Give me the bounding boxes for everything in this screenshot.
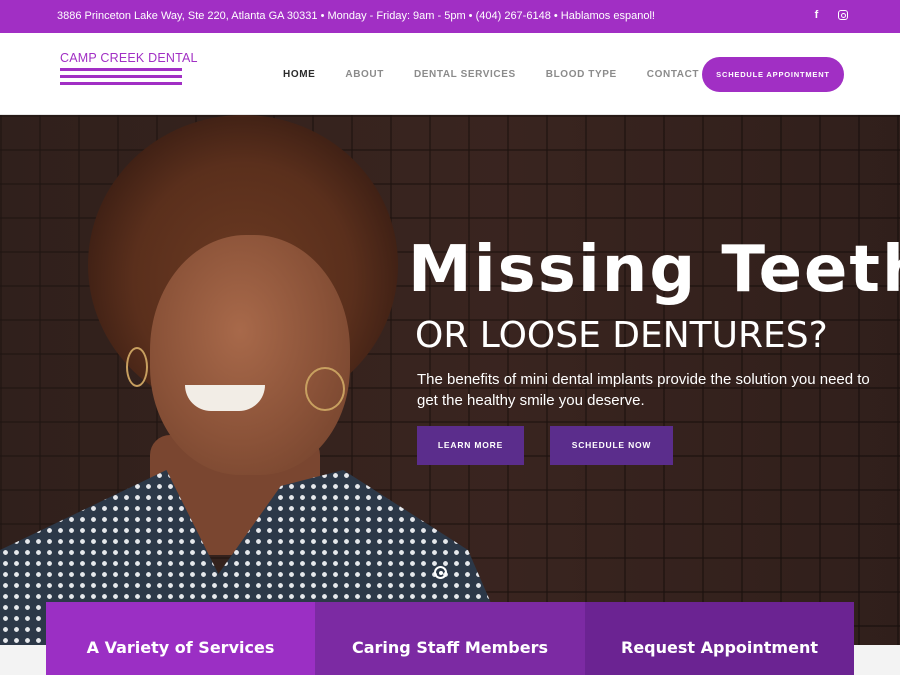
hero-slider: Missing Teeth OR LOOSE DENTURES? The ben… <box>0 115 900 645</box>
facebook-icon[interactable]: f <box>811 9 822 22</box>
page: 3886 Princeton Lake Way, Ste 220, Atlant… <box>0 0 900 675</box>
site-header: CAMP CREEK DENTAL HOME ABOUT DENTAL SERV… <box>0 33 900 115</box>
logo[interactable]: CAMP CREEK DENTAL <box>60 51 198 85</box>
nav-about[interactable]: ABOUT <box>345 69 384 80</box>
contact-info-text: 3886 Princeton Lake Way, Ste 220, Atlant… <box>57 10 655 22</box>
nav-contact[interactable]: CONTACT <box>647 69 699 80</box>
feature-box-services[interactable]: A Variety of Services <box>46 602 315 675</box>
feature-box-appointment[interactable]: Request Appointment <box>585 602 854 675</box>
hero-body-text: The benefits of mini dental implants pro… <box>417 371 870 409</box>
feature-boxes: A Variety of Services Caring Staff Membe… <box>46 602 854 675</box>
feature-label: Request Appointment <box>621 638 818 657</box>
hero-headline: Missing Teeth <box>408 233 900 307</box>
hero-subheadline: OR LOOSE DENTURES? <box>415 315 828 356</box>
nav-home[interactable]: HOME <box>283 69 315 80</box>
nav-blood-type[interactable]: BLOOD TYPE <box>546 69 617 80</box>
feature-box-staff[interactable]: Caring Staff Members <box>315 602 585 675</box>
logo-stripe <box>60 75 182 78</box>
hero-photo-face <box>150 235 350 475</box>
logo-text: CAMP CREEK DENTAL <box>60 51 198 65</box>
logo-stripe <box>60 68 182 71</box>
schedule-now-button[interactable]: SCHEDULE NOW <box>550 426 673 465</box>
social-links: f <box>811 9 848 22</box>
instagram-icon[interactable] <box>838 10 848 20</box>
hero-photo-earring <box>305 367 345 411</box>
slider-dot-icon[interactable] <box>434 566 447 579</box>
schedule-appointment-button[interactable]: SCHEDULE APPOINTMENT <box>702 57 844 92</box>
main-nav: HOME ABOUT DENTAL SERVICES BLOOD TYPE CO… <box>283 69 729 80</box>
hero-photo-earring <box>126 347 148 387</box>
feature-label: Caring Staff Members <box>352 638 548 657</box>
top-info-bar: 3886 Princeton Lake Way, Ste 220, Atlant… <box>0 0 900 33</box>
logo-stripe <box>60 82 182 85</box>
nav-dental-services[interactable]: DENTAL SERVICES <box>414 69 516 80</box>
learn-more-button[interactable]: LEARN MORE <box>417 426 524 465</box>
feature-label: A Variety of Services <box>86 638 275 657</box>
